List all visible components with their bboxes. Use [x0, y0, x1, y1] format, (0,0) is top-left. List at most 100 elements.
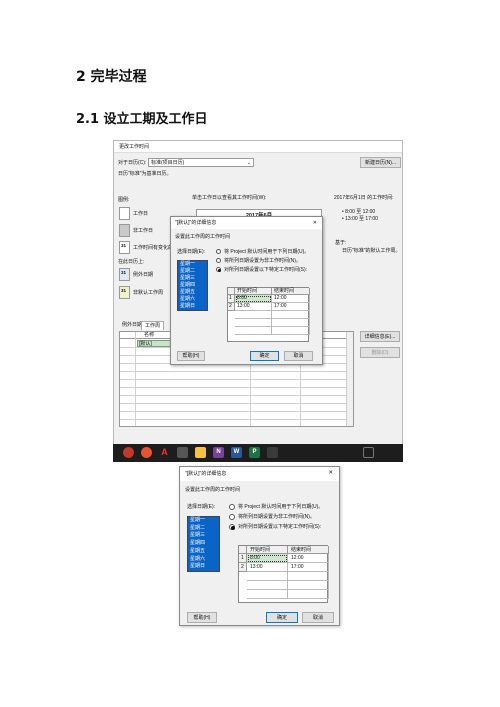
delete-button[interactable]: 删除(D): [360, 347, 400, 358]
day-item[interactable]: 星期一: [188, 517, 219, 525]
empty-cell[interactable]: [288, 572, 329, 581]
to-time-cell[interactable]: 17:00: [288, 563, 329, 572]
empty-cell[interactable]: [235, 311, 272, 319]
legend-exception-swatch: 31: [119, 268, 130, 281]
radio-nonworking[interactable]: [216, 258, 221, 263]
folder-icon[interactable]: [195, 447, 206, 458]
legend-working: 工作日: [133, 211, 149, 217]
new-calendar-button[interactable]: 新建日历(N)...: [360, 157, 401, 168]
close-icon[interactable]: ✕: [313, 220, 317, 226]
option-default-time: 将 Project 默认时间用于下列日期(U)。: [238, 504, 324, 510]
from-time-cell[interactable]: 8:00: [235, 295, 272, 303]
empty-cell[interactable]: [247, 581, 288, 590]
corner-cell: [228, 288, 235, 295]
default-row-cell[interactable]: [默认]: [137, 340, 173, 347]
legend-working-swatch: [119, 207, 130, 220]
details-dialog-small: "[默认]"的详细信息 ✕ 设置此工作周的工作时间 选择日期(E): 星期一 星…: [170, 216, 323, 365]
row-divider: [120, 411, 353, 412]
ok-button[interactable]: 确定: [266, 612, 298, 623]
help-button[interactable]: 帮助(H): [187, 612, 217, 623]
to-time-cell[interactable]: 12:00: [288, 554, 329, 563]
empty-cell[interactable]: [235, 319, 272, 327]
radio-specific-time[interactable]: [216, 267, 221, 272]
working-time-2: • 13:00 至 17:00: [342, 216, 378, 222]
to-time-cell[interactable]: 17:00: [272, 303, 310, 311]
day-item[interactable]: 星期三: [178, 275, 207, 282]
day-item[interactable]: 星期二: [188, 525, 219, 533]
word-icon[interactable]: W: [231, 447, 242, 458]
day-item[interactable]: 星期二: [178, 268, 207, 275]
details-button[interactable]: 详细信息(E)...: [360, 331, 400, 342]
row-divider: [120, 395, 353, 396]
to-time-cell[interactable]: 12:00: [272, 295, 310, 303]
cancel-button[interactable]: 取消: [302, 612, 334, 623]
radio-default-time[interactable]: [229, 504, 235, 510]
tab-work-weeks[interactable]: 工作周: [141, 321, 165, 330]
dialog-title: "[默认]"的详细信息: [185, 471, 227, 477]
record-icon[interactable]: [123, 447, 134, 458]
section-heading: 设置此工作周的工作时间: [175, 234, 231, 240]
from-time-cell[interactable]: 8:00: [247, 554, 288, 563]
photos-icon[interactable]: [267, 447, 278, 458]
section-title: 2 完毕过程: [76, 69, 147, 85]
option-specific-time: 对所列日期设置以下特定工作时间(S):: [224, 267, 308, 273]
day-item[interactable]: 星期日: [178, 303, 207, 310]
days-listbox[interactable]: 星期一 星期二 星期三 星期四 星期五 星期六 星期日: [187, 516, 220, 572]
working-times-table: 开始时间 结束时间 1 8:00 12:00 2 13:00 17:00: [227, 287, 310, 342]
working-time-1: • 8:00 至 12:00: [342, 209, 376, 215]
option-nonworking: 将所列日期设置为非工作时间(N)。: [224, 258, 301, 264]
cancel-button[interactable]: 取消: [284, 351, 313, 361]
acrobat-icon[interactable]: A: [159, 447, 170, 458]
day-item[interactable]: 星期六: [188, 556, 219, 564]
day-item[interactable]: 星期四: [188, 540, 219, 548]
empty-cell[interactable]: [235, 327, 272, 335]
day-item[interactable]: 星期三: [188, 532, 219, 540]
day-item[interactable]: 星期六: [178, 296, 207, 303]
calendar-select-value: 标准(项目日历): [151, 160, 185, 166]
select-days-label: 选择日期(E):: [177, 249, 206, 255]
empty-cell[interactable]: [288, 590, 329, 599]
from-time-cell[interactable]: 13:00: [247, 563, 288, 572]
radio-default-time[interactable]: [216, 249, 221, 254]
ok-button[interactable]: 确定: [250, 351, 279, 361]
empty-cell[interactable]: [247, 590, 288, 599]
day-item[interactable]: 星期五: [178, 289, 207, 296]
calendar-note: 日历"标准"为基准日历。: [118, 171, 172, 177]
details-dialog-large: "[默认]"的详细信息 ✕ 设置此工作周的工作时间 选择日期(E): 星期一 星…: [179, 466, 340, 626]
row-number: 2: [228, 303, 235, 311]
empty-cell[interactable]: [272, 327, 310, 335]
col-from-header: 开始时间: [235, 288, 272, 295]
day-item[interactable]: 星期四: [178, 282, 207, 289]
chrome-icon[interactable]: [141, 447, 152, 458]
notification-icon[interactable]: [363, 447, 374, 458]
day-item[interactable]: 星期一: [178, 261, 207, 268]
calendar-select[interactable]: 标准(项目日历) ⌄: [148, 158, 254, 167]
vertical-scrollbar[interactable]: [346, 332, 353, 426]
radio-nonworking[interactable]: [229, 514, 235, 520]
day-item[interactable]: 星期日: [188, 563, 219, 571]
empty-cell[interactable]: [288, 581, 329, 590]
empty-cell[interactable]: [272, 319, 310, 327]
for-calendar-label: 对于日历(C):: [118, 160, 147, 166]
onenote-icon[interactable]: N: [213, 447, 224, 458]
option-default-time: 将 Project 默认时间用于下列日期(U)。: [224, 249, 310, 255]
help-button[interactable]: 帮助(H): [177, 351, 205, 361]
project-icon[interactable]: P: [249, 447, 260, 458]
window-title: 更改工作时间: [119, 144, 150, 150]
based-on-label: 基于:: [335, 240, 347, 246]
close-icon[interactable]: ✕: [328, 470, 333, 477]
empty-cell[interactable]: [247, 572, 288, 581]
legend-label: 图例:: [118, 197, 130, 203]
radio-specific-time[interactable]: [229, 524, 235, 530]
empty-cell[interactable]: [272, 311, 310, 319]
select-days-label: 选择日期(E):: [187, 504, 216, 510]
working-times-table: 开始时间 结束时间 1 8:00 12:00 2 13:00 17:00: [238, 545, 329, 603]
app-icon[interactable]: [177, 447, 188, 458]
row-number: 1: [239, 554, 247, 563]
row-number: 2: [239, 563, 247, 572]
days-listbox[interactable]: 星期一 星期二 星期三 星期四 星期五 星期六 星期日: [177, 260, 208, 311]
day-item[interactable]: 星期五: [188, 548, 219, 556]
option-nonworking: 将所列日期设置为非工作时间(N)。: [238, 514, 315, 520]
corner-cell: [239, 546, 247, 554]
from-time-cell[interactable]: 13:00: [235, 303, 272, 311]
